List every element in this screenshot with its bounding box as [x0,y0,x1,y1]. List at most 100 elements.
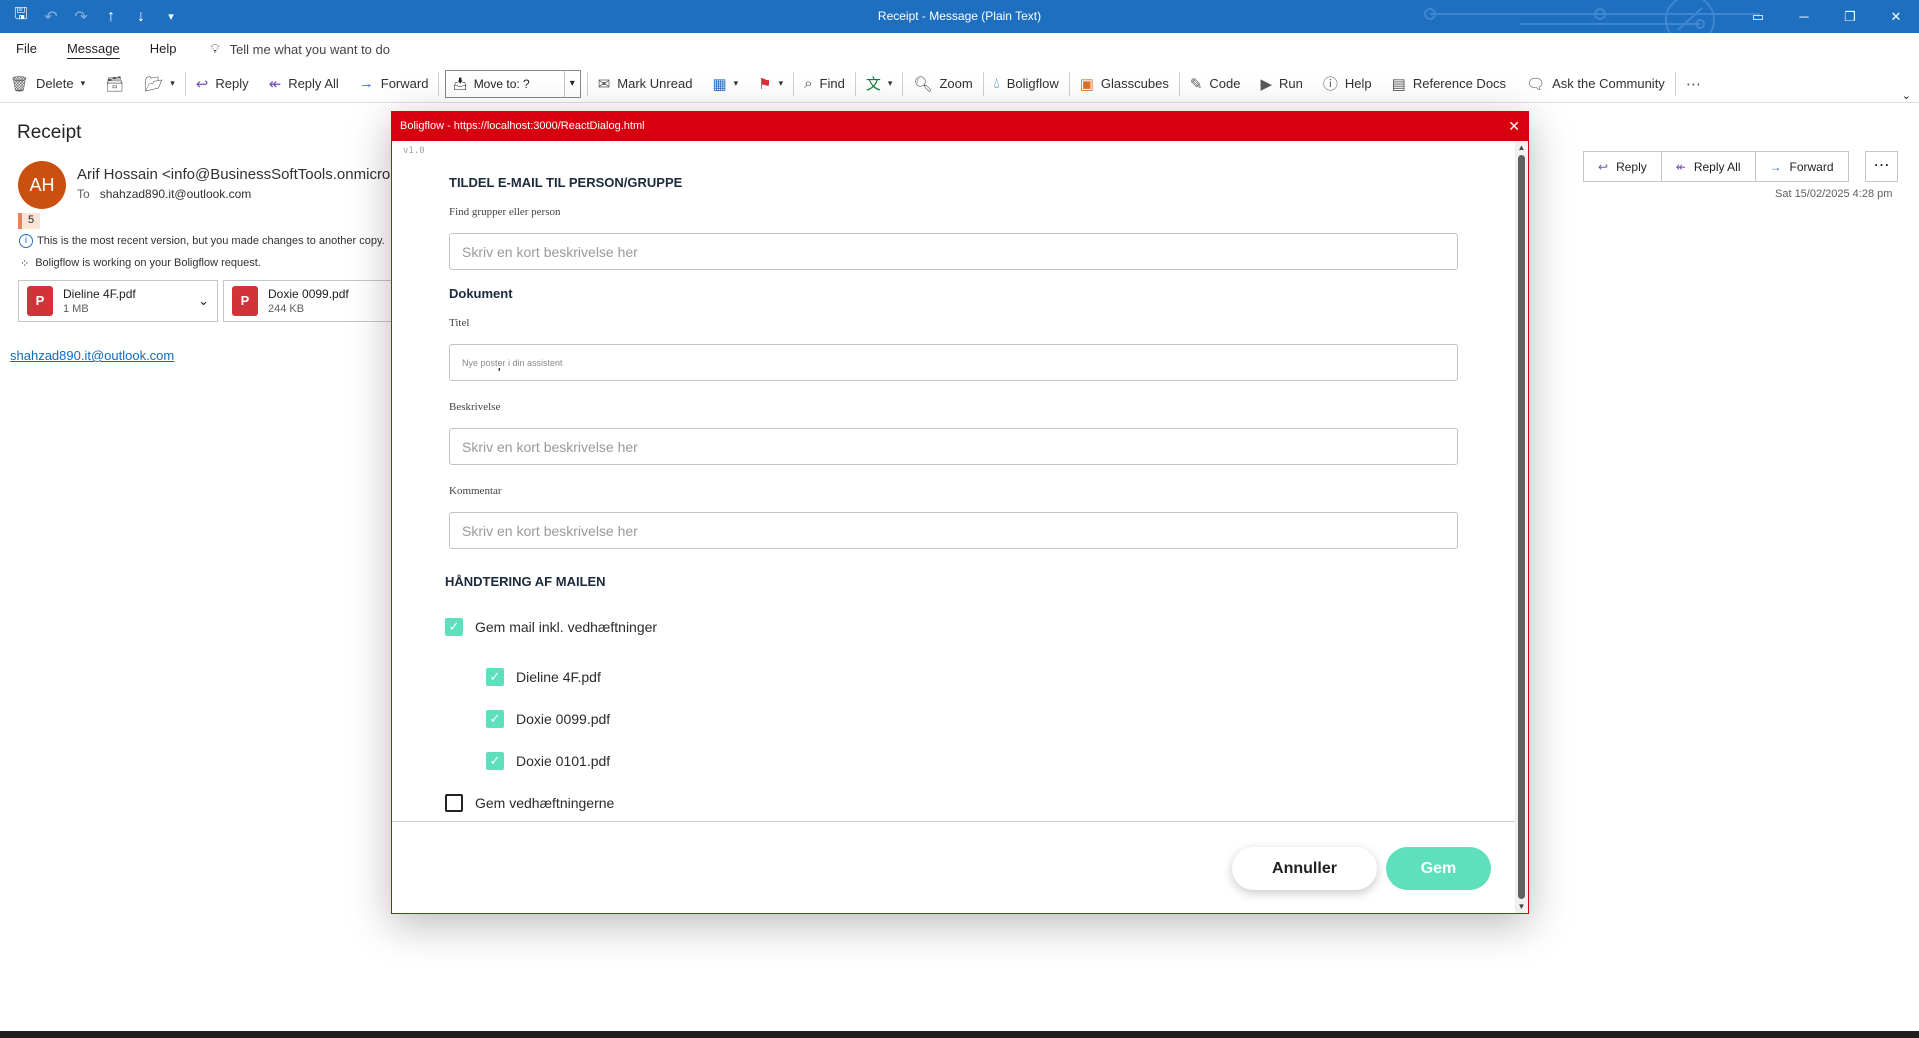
ribbon-display-icon[interactable]: ▭ [1735,0,1781,33]
ask-community-button[interactable]: 🗨︎ Ask the Community [1516,69,1675,99]
follow-up-button[interactable]: ⚑ ▾ [748,69,793,99]
forward-button[interactable]: → Forward [1756,152,1848,181]
checkbox-checked[interactable]: ✓ [486,668,504,686]
version-label: v1.0 [403,146,425,156]
flag-icon: ⚑ [758,75,772,93]
save-mail-label: Gem mail inkl. vedhæftninger [475,619,658,635]
checkbox-checked[interactable]: ✓ [445,618,463,636]
menu-file[interactable]: File [0,33,51,65]
cancel-button[interactable]: Annuller [1232,847,1377,890]
mark-unread-button[interactable]: ✉ Mark Unread [588,69,703,99]
delete-label: Delete [36,76,74,91]
help-button[interactable]: ⓘ Help [1313,69,1382,99]
reply-button[interactable]: ↩ Reply [1584,152,1662,181]
checkbox-unchecked[interactable] [445,794,463,812]
delete-button[interactable]: 🗑︎ Delete ▾ [0,69,95,99]
menu-message[interactable]: Message [51,33,134,65]
find-person-input[interactable] [449,233,1458,270]
title-input[interactable] [449,344,1458,381]
save-button[interactable]: Gem [1386,847,1491,890]
boligflow-infobar: ⁘ Boligflow is working on your Boligflow… [20,257,261,270]
restore-icon[interactable]: ❐ [1827,0,1873,33]
move-folder-icon: 📂︎ [144,75,164,93]
collapse-ribbon-icon[interactable]: ⌄ [1902,89,1919,102]
glasscubes-label: Glasscubes [1100,76,1169,91]
tell-me-search[interactable]: 💡︎ Tell me what you want to do [210,41,390,57]
spinner-icon: ⁘ [20,258,30,270]
title-label: Titel [449,317,470,329]
dialog-footer: Annuller Gem [392,821,1515,913]
find-button[interactable]: ⌕ Find [794,69,855,99]
dialog-title: Boligflow - https://localhost:3000/React… [400,120,645,132]
menu-help[interactable]: Help [134,33,191,65]
pdf-icon: P [27,286,53,316]
menu-bar: File Message Help 💡︎ Tell me what you wa… [0,33,1919,65]
recipients: To shahzad890.it@outlook.com [77,187,251,201]
body-email-link[interactable]: shahzad890.it@outlook.com [10,348,174,363]
chevron-down-icon: ▾ [733,78,739,88]
scroll-thumb[interactable] [1518,155,1525,899]
section-assign-heading: TILDEL E-MAIL TIL PERSON/GRUPPE [449,175,683,190]
help-label: Help [1344,76,1372,91]
reply-all-button[interactable]: ↞ Reply All [259,69,349,99]
more-actions-icon[interactable]: ⋯ [1865,151,1898,182]
close-window-icon[interactable]: ✕ [1873,0,1919,33]
categorize-icon: ▦ [712,75,727,93]
forward-button[interactable]: → Forward [349,69,439,99]
reference-docs-button[interactable]: ▤ Reference Docs [1382,69,1516,99]
message-actions: ↩ Reply ↞ Reply All → Forward [1583,151,1849,182]
search-icon: ⌕ [804,75,813,92]
boligflow-info-text: Boligflow is working on your Boligflow r… [35,257,261,269]
message-date: Sat 15/02/2025 4:28 pm [1775,188,1893,200]
boligflow-label: Boligflow [1006,76,1059,91]
reply-button[interactable]: ↩ Reply [186,69,259,99]
file-option-2[interactable]: ✓ Doxie 0099.pdf [486,710,610,728]
run-label: Run [1279,76,1303,91]
run-button[interactable]: ▶ Run [1250,69,1312,99]
categorize-button[interactable]: ▦ ▾ [702,69,748,99]
code-button[interactable]: ✎ Code [1180,69,1251,99]
checkbox-checked[interactable]: ✓ [486,752,504,770]
to-label: To [77,187,90,201]
comment-input[interactable] [449,512,1458,549]
chevron-down-icon[interactable]: ⌄ [198,293,209,309]
boligflow-dialog: Boligflow - https://localhost:3000/React… [391,111,1529,914]
dialog-scrollbar[interactable]: ▲ ▼ [1515,141,1528,913]
boligflow-button[interactable]: 💧︎ Boligflow [984,69,1069,99]
file-option-1[interactable]: ✓ Dieline 4F.pdf [486,668,601,686]
archive-icon: 🗃︎ [105,75,125,93]
description-input[interactable] [449,428,1458,465]
glasscubes-button[interactable]: ▣ Glasscubes [1070,69,1179,99]
zoom-label: Zoom [939,76,973,91]
reply-all-button[interactable]: ↞ Reply All [1662,152,1756,181]
archive-button[interactable]: 🗃︎ [95,69,134,99]
boligflow-drop-icon: 💧︎ [993,75,1000,92]
forward-icon: → [358,75,374,92]
forward-label: Forward [1789,159,1834,174]
scroll-up-icon[interactable]: ▲ [1515,143,1528,152]
move-button[interactable]: 📂︎ ▾ [134,69,185,99]
save-attachments-option[interactable]: Gem vedhæftningerne [445,794,614,812]
move-to-label: Move to: ? [473,76,530,91]
reply-all-label: Reply All [1693,159,1741,174]
file-option-3[interactable]: ✓ Doxie 0101.pdf [486,752,610,770]
scroll-down-icon[interactable]: ▼ [1515,902,1528,911]
translate-button[interactable]: 文 ▾ [856,69,903,99]
pdf-icon: P [232,286,258,316]
close-icon[interactable]: ✕ [1508,112,1520,141]
attachment-name: Doxie 0099.pdf [268,287,349,301]
chevron-down-icon[interactable]: ▾ [563,70,580,97]
zoom-button[interactable]: 🔍︎ Zoom [903,69,982,99]
avatar[interactable]: AH [18,161,66,209]
save-mail-option[interactable]: ✓ Gem mail inkl. vedhæftninger [445,618,657,636]
to-address[interactable]: shahzad890.it@outlook.com [100,187,252,201]
move-to-dropdown[interactable]: 📥︎ Move to: ? ▾ [445,69,581,98]
sender[interactable]: Arif Hossain <info@BusinessSoftTools.onm… [77,166,397,183]
description-label: Beskrivelse [449,401,501,413]
checkbox-checked[interactable]: ✓ [486,710,504,728]
minimize-icon[interactable]: ─ [1781,0,1827,33]
code-label: Code [1209,76,1241,91]
attachment-1[interactable]: P Dieline 4F.pdf 1 MB ⌄ [18,280,218,322]
chevron-down-icon: ▾ [170,78,175,88]
more-options-button[interactable]: ⋯ [1676,69,1711,99]
